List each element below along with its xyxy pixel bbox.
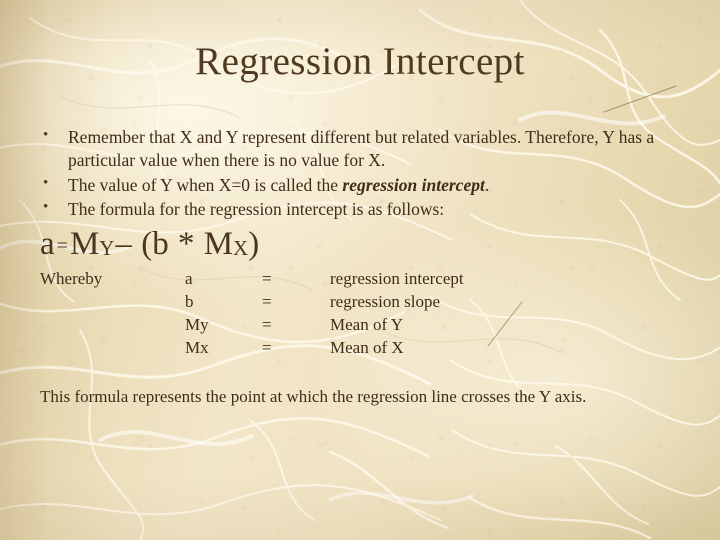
definition-equals: =: [262, 292, 272, 311]
list-item: • The formula for the regression intercep…: [38, 198, 688, 221]
bullet-list: • Remember that X and Y represent differe…: [38, 126, 688, 223]
bullet-point-icon: •: [43, 174, 49, 191]
formula-term3-base: M: [203, 226, 234, 262]
formula-open-paren: (: [141, 226, 153, 262]
spacer-cell: [40, 293, 185, 316]
list-item-text: Remember that X and Y represent differen…: [68, 127, 655, 170]
closing-statement: This formula represents the point at whi…: [40, 387, 587, 406]
emphasis-term: regression intercept: [342, 174, 485, 195]
formula-lhs: a: [40, 226, 55, 262]
formula-equals: =: [56, 235, 68, 257]
page-title: Regression Intercept: [195, 40, 525, 83]
formula-term1-subscript: Y: [99, 236, 115, 260]
definition-meaning: regression slope: [330, 292, 441, 311]
formula-term3-subscript: X: [233, 236, 249, 260]
formula-close-paren: ): [248, 226, 260, 262]
spacer-cell: [40, 339, 185, 362]
list-item: • Remember that X and Y represent differe…: [38, 126, 688, 172]
slide-canvas: Regression Intercept • Remember that X an…: [0, 0, 720, 540]
definition-equals: =: [262, 269, 272, 288]
definition-symbol: b: [185, 292, 194, 311]
list-item-text: The formula for the regression intercept…: [68, 199, 445, 220]
definition-meaning: Mean of X: [330, 338, 404, 357]
definition-symbol: a: [185, 269, 193, 288]
bullet-point-icon: •: [43, 127, 49, 143]
table-row: Mx = Mean of X: [40, 339, 464, 362]
definition-table: Whereby a = regression intercept b = reg…: [40, 270, 464, 362]
bullet-point-icon: •: [43, 199, 49, 216]
definition-symbol: My: [185, 315, 209, 334]
definition-symbol: Mx: [185, 338, 209, 357]
table-row: b = regression slope: [40, 293, 464, 316]
spacer-cell: [40, 316, 185, 339]
formula-term2: b: [152, 226, 169, 262]
slide-content: Regression Intercept • Remember that X an…: [0, 0, 720, 540]
formula-minus: –: [115, 226, 132, 262]
table-row: My = Mean of Y: [40, 316, 464, 339]
formula-term1-base: M: [69, 226, 100, 262]
regression-intercept-formula: a =MY– (b * MX): [40, 228, 259, 261]
list-item: • The value of Y when X=0 is called the r…: [38, 174, 688, 197]
list-item-text-tail: .: [484, 174, 490, 195]
definition-equals: =: [262, 338, 272, 357]
formula-times: *: [177, 226, 195, 262]
definition-equals: =: [262, 315, 272, 334]
table-row: Whereby a = regression intercept: [40, 270, 464, 293]
list-item-text: The value of Y when X=0 is called the: [68, 174, 343, 195]
whereby-label: Whereby: [40, 269, 103, 288]
definition-meaning: regression intercept: [330, 269, 464, 288]
definition-meaning: Mean of Y: [330, 315, 404, 334]
